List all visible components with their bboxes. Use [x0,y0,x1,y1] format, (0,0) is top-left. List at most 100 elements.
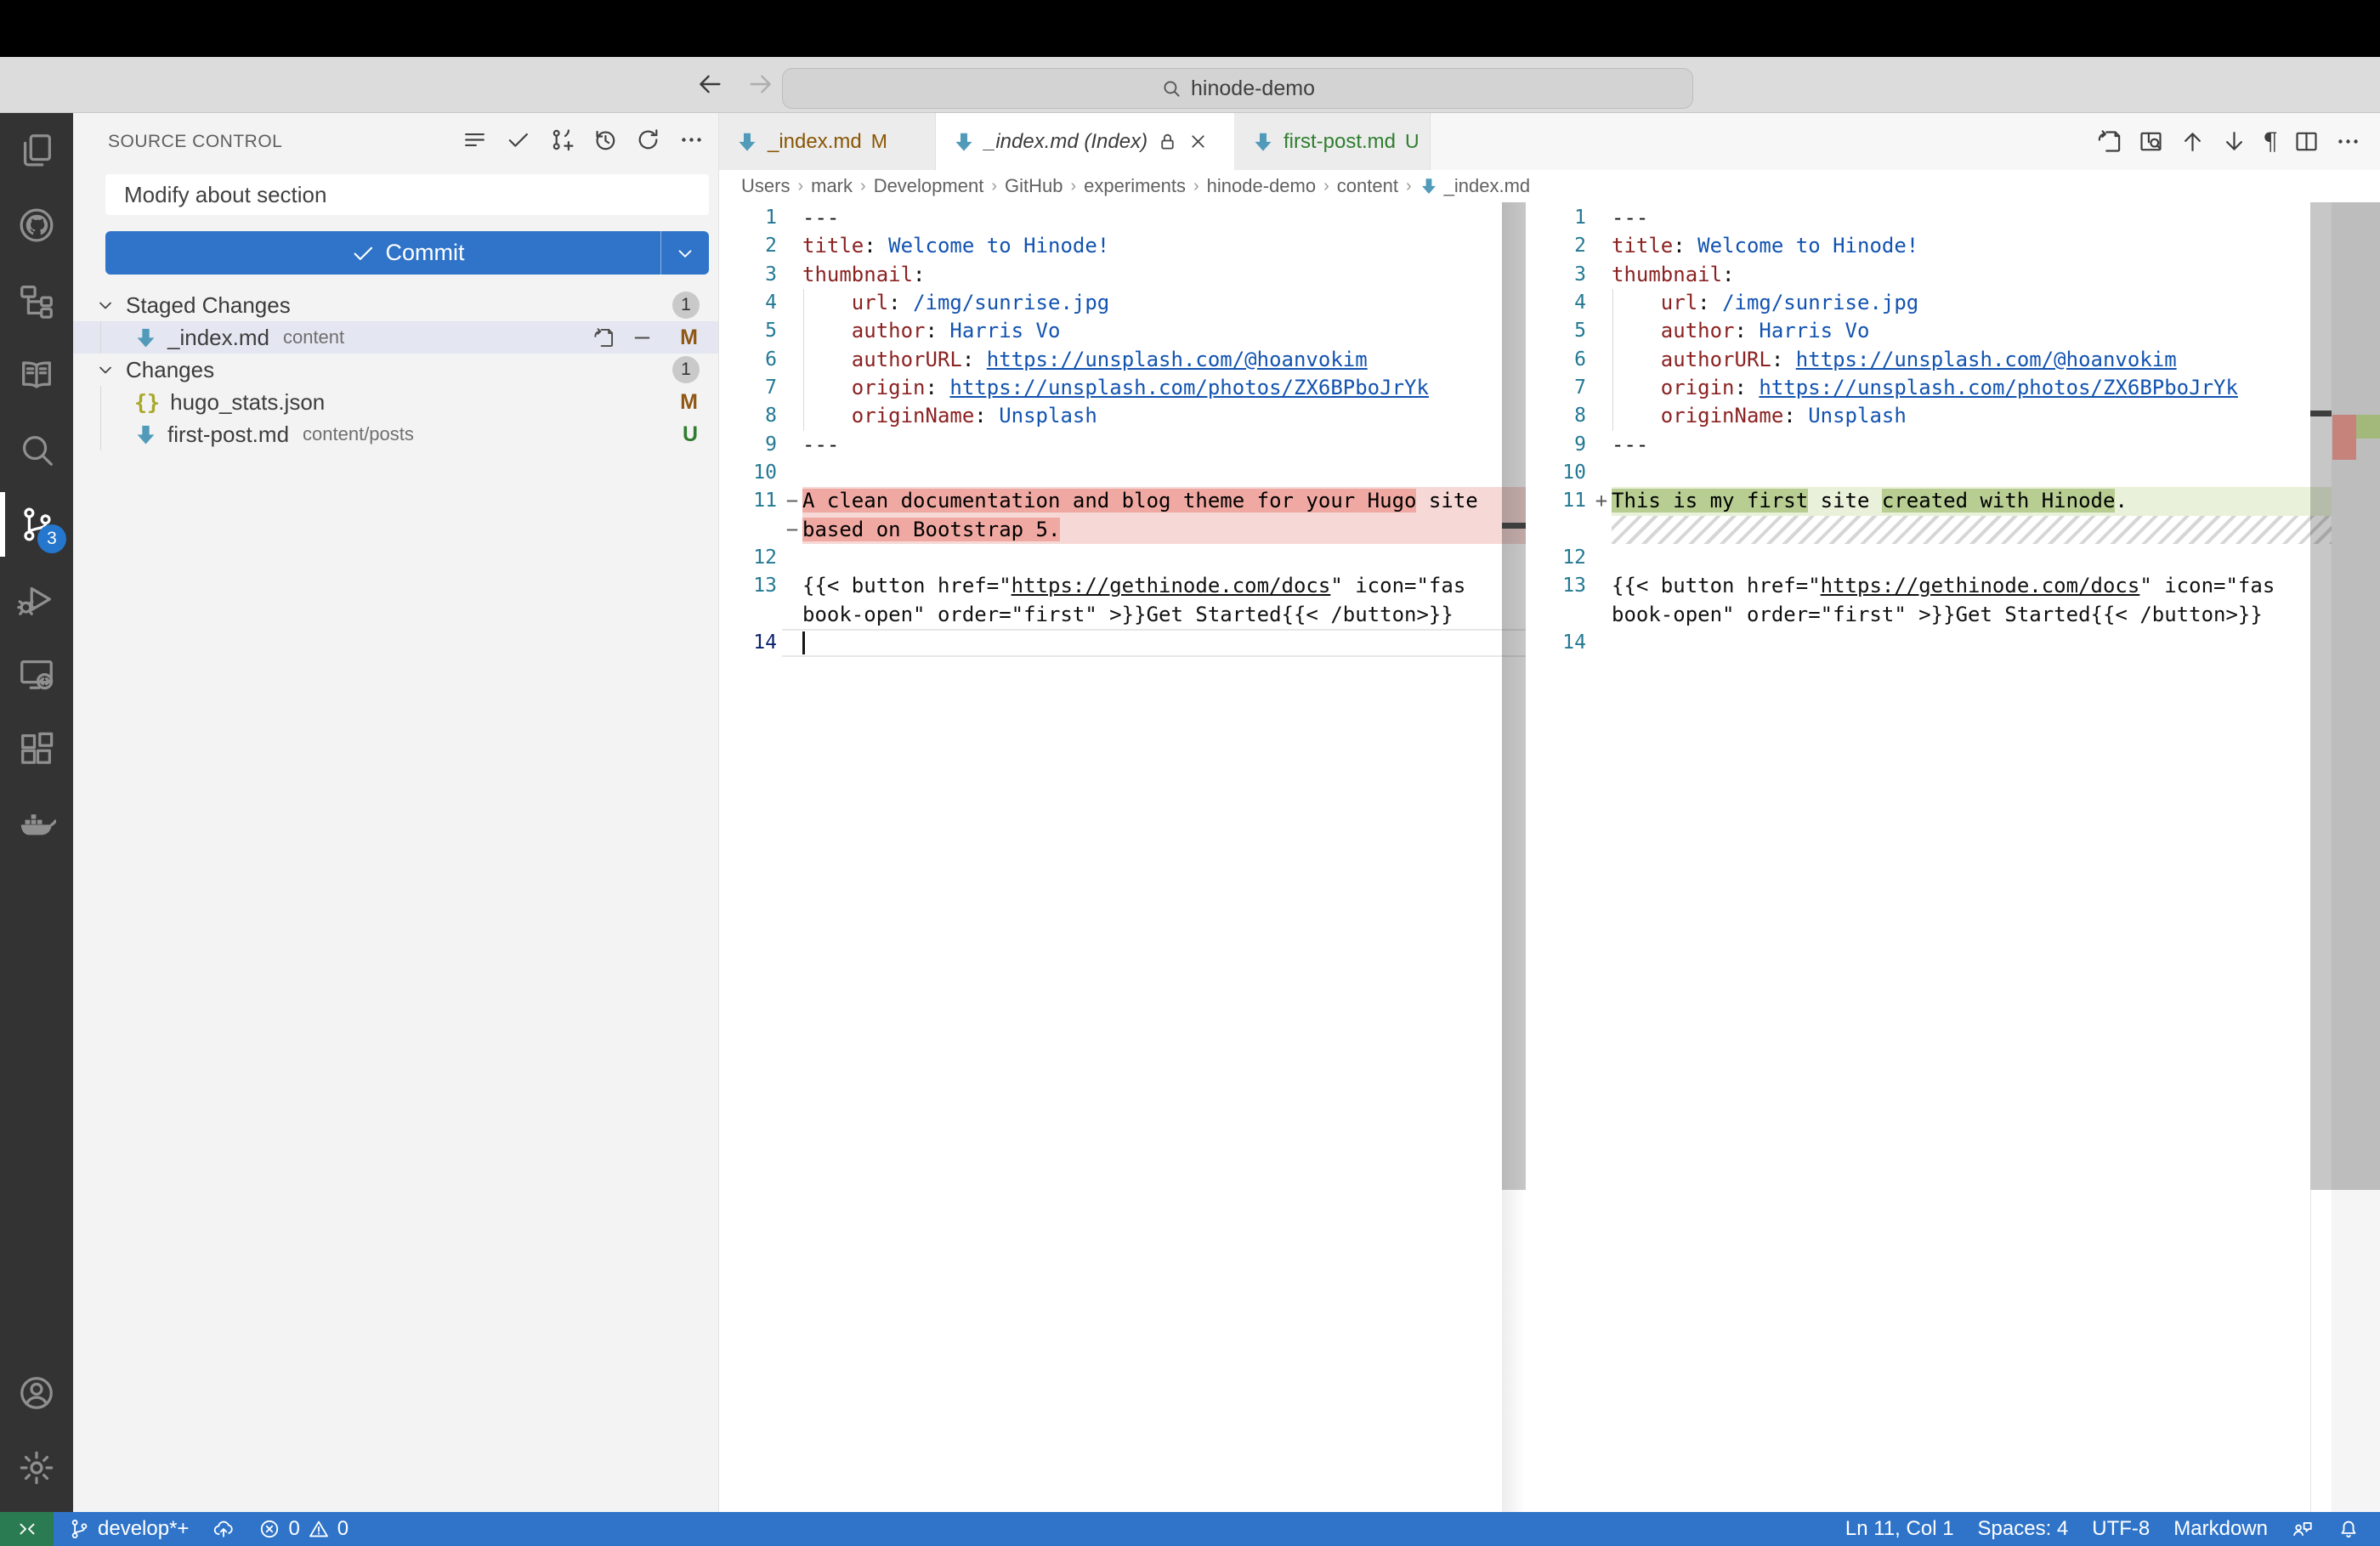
more-icon[interactable] [678,127,705,153]
line-text[interactable]: originName: Unsplash [802,402,1526,430]
line-text[interactable]: A clean documentation and blog theme for… [802,487,1526,515]
code-line[interactable]: 1--- [719,204,1526,232]
open-changes-icon[interactable] [2096,128,2122,155]
scm-file-row[interactable]: first-post.mdcontent/postsU [73,418,718,450]
next-change-icon[interactable] [2221,128,2247,155]
line-text[interactable]: origin: https://unsplash.com/photos/ZX6B… [802,374,1526,402]
commit-dropdown-button[interactable] [660,231,709,275]
line-text[interactable]: {{< button href="https://gethinode.com/d… [1612,572,2380,600]
line-text[interactable]: book-open" order="first" >}}Get Started{… [1612,601,2380,629]
code-line[interactable]: 6 authorURL: https://unsplash.com/@hoanv… [1527,346,2380,374]
history-icon[interactable] [592,127,618,153]
line-text[interactable]: book-open" order="first" >}}Get Started{… [802,601,1526,629]
line-text[interactable]: based on Bootstrap 5. [802,516,1526,544]
line-text[interactable] [1612,516,2380,544]
status-item-markdown[interactable]: Markdown [2162,1512,2280,1546]
line-text[interactable] [1612,544,2380,572]
activity-item-run-debug[interactable] [0,562,73,637]
breadcrumb-item[interactable]: experiments [1084,175,1186,197]
more-icon[interactable] [2335,128,2361,155]
split-editor-icon[interactable] [2293,128,2320,155]
repo-create-icon[interactable] [548,127,575,153]
line-text[interactable]: thumbnail: [802,261,1526,289]
line-text[interactable]: url: /img/sunrise.jpg [1612,289,2380,317]
line-text[interactable]: author: Harris Vo [1612,317,2380,345]
forward-icon[interactable] [746,70,775,99]
breadcrumb-item[interactable]: GitHub [1005,175,1062,197]
line-text[interactable]: authorURL: https://unsplash.com/@hoanvok… [1612,346,2380,374]
code-line[interactable]: 13{{< button href="https://gethinode.com… [719,572,1526,600]
status-item-spaces-4[interactable]: Spaces: 4 [1966,1512,2081,1546]
code-line[interactable]: 10 [719,459,1526,487]
line-text[interactable]: --- [1612,204,2380,232]
breadcrumb-item[interactable]: mark [811,175,853,197]
line-text[interactable] [802,544,1526,572]
refresh-icon[interactable] [635,127,661,153]
status-item-bell[interactable] [2326,1512,2372,1546]
code-line[interactable]: 7 origin: https://unsplash.com/photos/ZX… [1527,374,2380,402]
line-text[interactable]: title: Welcome to Hinode! [1612,232,2380,260]
line-text[interactable]: --- [802,431,1526,459]
code-line[interactable]: 11−A clean documentation and blog theme … [719,487,1526,515]
activity-item-docs[interactable] [0,337,73,412]
code-line[interactable]: 13{{< button href="https://gethinode.com… [1527,572,2380,600]
remote-indicator[interactable] [0,1512,54,1546]
code-line[interactable]: book-open" order="first" >}}Get Started{… [1527,601,2380,629]
code-line[interactable]: 9--- [719,431,1526,459]
status-item-cloud-upload[interactable] [201,1512,246,1546]
pilcrow-icon[interactable]: ¶ [2263,127,2278,156]
code-line[interactable]: 1--- [1527,204,2380,232]
line-text[interactable] [1612,629,2380,657]
scrollbar-left[interactable] [1502,202,1526,1190]
code-line[interactable]: 9--- [1527,431,2380,459]
scm-file-row[interactable]: _index.mdcontentM [73,321,718,354]
line-text[interactable]: author: Harris Vo [802,317,1526,345]
line-text[interactable]: --- [1612,431,2380,459]
back-icon[interactable] [695,70,724,99]
activity-item-github[interactable] [0,188,73,263]
command-center-search[interactable]: hinode-demo [782,68,1693,109]
code-line[interactable]: 3thumbnail: [719,261,1526,289]
close-icon[interactable] [1187,131,1209,152]
code-line[interactable]: 10 [1527,459,2380,487]
code-line[interactable]: 2title: Welcome to Hinode! [1527,232,2380,260]
activity-item-extensions[interactable] [0,711,73,786]
code-line[interactable]: 7 origin: https://unsplash.com/photos/ZX… [719,374,1526,402]
line-text[interactable]: {{< button href="https://gethinode.com/d… [802,572,1526,600]
status-item-0[interactable]: 00 [246,1512,360,1546]
commit-button[interactable]: Commit [105,231,709,275]
breadcrumb-item[interactable]: hinode-demo [1207,175,1316,197]
activity-item-docker[interactable] [0,786,73,861]
section-header[interactable]: Changes1 [73,354,718,386]
line-text[interactable]: This is my first site created with Hinod… [1612,487,2380,515]
editor-tab[interactable]: _index.mdM [719,113,936,170]
line-text[interactable]: originName: Unsplash [1612,402,2380,430]
code-line[interactable]: 8 originName: Unsplash [1527,402,2380,430]
commit-message-input[interactable]: Modify about section [105,174,709,215]
status-item-develop-[interactable]: develop*+ [56,1512,201,1546]
breadcrumb-item[interactable]: Users [741,175,790,197]
code-line[interactable]: 12 [719,544,1526,572]
line-text[interactable] [1612,459,2380,487]
code-line[interactable]: 5 author: Harris Vo [1527,317,2380,345]
line-text[interactable]: url: /img/sunrise.jpg [802,289,1526,317]
commit-check-icon[interactable] [505,127,531,153]
breadcrumb-item[interactable]: content [1337,175,1398,197]
editor-tab[interactable]: first-post.mdU [1235,113,1431,170]
breadcrumb-item[interactable]: Development [874,175,984,197]
status-item-feedback[interactable] [2280,1512,2326,1546]
breadcrumb-item[interactable]: _index.md [1420,175,1531,197]
line-text[interactable]: --- [802,204,1526,232]
go-to-file-icon[interactable] [592,326,615,349]
code-line[interactable]: book-open" order="first" >}}Get Started{… [719,601,1526,629]
code-line[interactable]: 3thumbnail: [1527,261,2380,289]
code-line[interactable]: −based on Bootstrap 5. [719,516,1526,544]
activity-item-settings[interactable] [0,1430,73,1505]
code-line[interactable]: 6 authorURL: https://unsplash.com/@hoanv… [719,346,1526,374]
scrollbar-right[interactable] [2310,202,2332,1190]
code-line[interactable]: 5 author: Harris Vo [719,317,1526,345]
code-line[interactable]: 14 [1527,629,2380,657]
line-text[interactable]: title: Welcome to Hinode! [802,232,1526,260]
code-line[interactable]: 4 url: /img/sunrise.jpg [719,289,1526,317]
diff-pane-original[interactable]: 1---2title: Welcome to Hinode!3thumbnail… [719,202,1526,1512]
